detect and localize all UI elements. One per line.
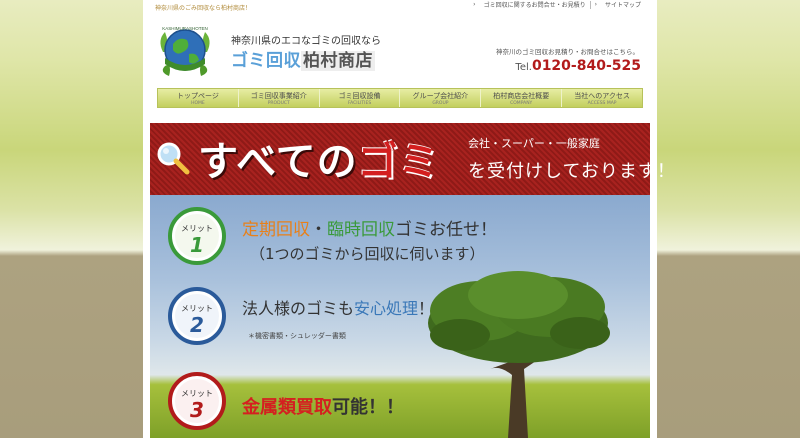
top-bar: 神奈川県のごみ回収なら柏村商店！ › ゴミ回収に関するお問合せ・お見積り › サ… [143,0,657,12]
logo-name-service: ゴミ回収 [231,51,301,71]
logo-subtitle: 神奈川県のエコなゴミの回収なら [231,36,381,47]
chevron-right-icon: › [594,1,597,8]
sitemap-link[interactable]: サイトマップ [601,0,645,9]
nav-item-group[interactable]: グループ会社紹介 GROUP [400,89,482,107]
nav-label: ゴミ回収設備 [338,92,381,100]
nav-label: ゴミ回収事業紹介 [250,92,307,100]
nav-sublabel: PRODUCT [267,101,290,106]
contact-phone[interactable]: Tel.0120-840-525 [515,58,641,74]
nav-sublabel: ACCESS MAP [587,101,617,106]
logo-name-company: 柏村商店 [301,51,375,71]
globe-ring-text: KASHIMURASHOTEN [162,26,208,31]
nav-sublabel: GROUP [432,101,449,106]
merit-2-text: 法人様のゴミも安心処理！ [242,299,435,318]
merit-2-subtext: ＊機密書類・シュレッダー書類 [248,332,346,340]
merit-1-subtext: （1つのゴミから回収に伺います） [250,245,485,263]
nav-sublabel: COMPANY [510,101,533,106]
top-links: › ゴミ回収に関するお問合せ・お見積り › サイトマップ [469,0,645,9]
nav-item-access[interactable]: 当社へのアクセス ACCESS MAP [562,89,642,107]
merits-hero: メリット 1 メリット 2 メリット 3 定期回収・臨時回収ゴミお任せ！ （1つ… [150,195,650,438]
banner-headline-b: ゴミ [357,139,440,185]
tree-illustration [428,271,610,438]
nav-item-company[interactable]: 柏村商店会社概要 COMPANY [481,89,563,107]
banner-headline: すべてのゴミ [198,129,440,187]
merit-3-number: 3 [190,398,204,422]
main-nav: トップページ HOME ゴミ回収事業紹介 PRODUCT ゴミ回収設備 FACILIT… [157,88,643,108]
banner-accepting: を受付けしております！ [468,161,676,182]
logo-name[interactable]: ゴミ回収 柏村商店 [231,46,375,71]
nav-item-facilities[interactable]: ゴミ回収設備 FACILITIES [320,89,401,107]
banner-headline-a: すべての [198,139,358,185]
phone-label: Tel. [515,62,532,73]
contact-note: 神奈川のゴミ回収お見積り・お問合せはこちら。 [496,48,639,56]
nav-sublabel: FACILITIES [347,101,372,106]
nav-item-product[interactable]: ゴミ回収事業紹介 PRODUCT [239,89,320,107]
nav-label: 当社へのアクセス [574,92,630,100]
header: KASHIMURASHOTEN 神奈川県のエコなゴミの回収なら ゴミ回収 柏村商店… [143,12,657,88]
headline-banner: すべてのゴミ 会社・スーパー・一般家庭 を受付けしております！ [150,123,675,195]
magnifier-icon [157,142,190,175]
chevron-right-icon: › [473,1,476,8]
page-container: 神奈川県のごみ回収なら柏村商店！ › ゴミ回収に関するお問合せ・お見積り › サ… [143,0,675,438]
nav-label: 柏村商店会社概要 [493,92,550,100]
inquiry-link[interactable]: ゴミ回収に関するお問合せ・お見積り [480,0,590,9]
site-tagline: 神奈川県のごみ回収なら柏村商店！ [155,5,252,12]
merit-3-text: 金属類買取可能！！ [242,397,404,418]
phone-number: 0120-840-525 [531,58,641,74]
nav-label: グループ会社紹介 [412,92,469,100]
merit-1-text: 定期回収・臨時回収ゴミお任せ！ [242,220,497,240]
nav-sublabel: HOME [191,101,205,106]
nav-item-home[interactable]: トップページ HOME [158,89,239,107]
merit-2-number: 2 [190,313,204,337]
nav-label: トップページ [176,92,219,100]
banner-targets: 会社・スーパー・一般家庭 [468,137,600,150]
globe-logo-icon[interactable]: KASHIMURASHOTEN [155,22,215,80]
merit-1-number: 1 [190,233,204,257]
